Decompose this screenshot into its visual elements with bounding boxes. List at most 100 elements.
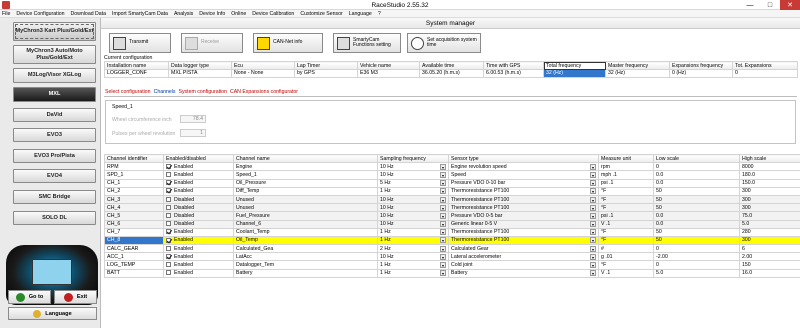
menu-device-info[interactable]: Device Info [199,11,225,17]
channel-unit-cell[interactable]: V .1 [598,219,654,229]
channel-sensor-cell[interactable]: ▾ Thermoresistance PT100 [448,235,599,246]
channel-row[interactable]: CH_8 Enabled Oil_Temp ▾ 1 Hz ▾ Thermoresistanc… [104,235,800,246]
channel-freq-cell[interactable]: ▾ 2 Hz [377,244,449,254]
channel-name-cell[interactable]: Speed_1 [233,170,378,180]
dropdown-arrow-icon[interactable]: ▾ [590,212,596,219]
channel-freq-cell[interactable]: ▾ 10 Hz [377,252,449,262]
enabled-checkbox[interactable] [166,163,171,169]
channel-unit-cell[interactable]: °F [598,227,654,237]
channel-freq-cell[interactable]: ▾ 1 Hz [377,235,449,246]
channel-sensor-cell[interactable]: ▾ Pressure VDO 0-10 bar [448,178,599,188]
channel-unit-cell[interactable]: V .1 [598,268,654,278]
dropdown-arrow-icon[interactable]: ▾ [440,163,446,170]
device-evo3[interactable]: EVO3 [13,128,96,142]
channel-sensor-cell[interactable]: ▾ Calculated Gear [448,244,599,254]
exit-button[interactable]: Exit [54,290,97,304]
channel-freq-cell[interactable]: ▾ 10 Hz [377,194,449,205]
channel-row[interactable]: ACC_1 Enabled LatAcc ▾ 10 Hz ▾ Lateral acceler… [104,252,800,262]
menu-device-configuration[interactable]: Device Configuration [16,11,64,17]
channel-id-cell[interactable]: CH_8 [104,235,164,246]
dropdown-arrow-icon[interactable]: ▾ [590,270,596,277]
channel-low-cell[interactable]: 50 [653,235,740,246]
dropdown-arrow-icon[interactable]: ▾ [440,180,446,187]
tab-system-configuration[interactable]: System configuration [179,89,227,95]
channel-sensor-cell[interactable]: ▾ Speed [448,170,599,180]
dropdown-arrow-icon[interactable]: ▾ [440,221,446,228]
channel-high-cell[interactable]: 6 [739,244,800,254]
channel-name-cell[interactable]: Unused [233,203,378,213]
channel-name-cell[interactable]: Calculated_Gea [233,244,378,254]
channel-high-cell[interactable]: 75.0 [739,211,800,221]
tab-channels[interactable]: Channels [154,89,176,95]
channel-name-cell[interactable]: LatAcc [233,252,378,262]
channel-low-cell[interactable]: 0.0 [653,211,740,221]
channel-enabled-cell[interactable]: Disabled [163,219,234,229]
channel-name-cell[interactable]: Coolant_Temp [233,227,378,237]
channel-high-cell[interactable]: 280 [739,227,800,237]
channel-id-cell[interactable]: BATT [104,268,164,278]
channel-sensor-cell[interactable]: ▾ Thermoresistance PT100 [448,194,599,205]
channel-high-cell[interactable]: 300 [739,235,800,246]
dropdown-arrow-icon[interactable]: ▾ [440,188,446,195]
receive-button[interactable]: Receive [181,33,243,53]
channel-freq-cell[interactable]: ▾ 1 Hz [377,227,449,237]
dropdown-arrow-icon[interactable]: ▾ [440,270,446,277]
channel-sensor-cell[interactable]: ▾ Thermoresistance PT100 [448,186,599,196]
menu-help[interactable]: ? [378,11,381,17]
channel-freq-cell[interactable]: ▾ 10 Hz [377,203,449,213]
channel-high-cell[interactable]: 150.0 [739,178,800,188]
channel-freq-cell[interactable]: ▾ 10 Hz [377,211,449,221]
channel-freq-cell[interactable]: ▾ 1 Hz [377,260,449,270]
channel-id-cell[interactable]: CH_5 [104,211,164,221]
dropdown-arrow-icon[interactable]: ▾ [440,212,446,219]
channel-high-cell[interactable]: 300 [739,194,800,205]
channel-unit-cell[interactable]: # [598,244,654,254]
device-mychron3-kart[interactable]: MyChron3 Kart Plus/Gold/Ext [13,22,96,41]
channel-enabled-cell[interactable]: Disabled [163,203,234,213]
channel-low-cell[interactable]: -2.00 [653,252,740,262]
channel-row[interactable]: CH_7 Enabled Coolant_Temp ▾ 1 Hz ▾ Thermoresis… [104,227,800,237]
dropdown-arrow-icon[interactable]: ▾ [590,229,596,236]
channel-high-cell[interactable]: 180.0 [739,170,800,180]
channel-low-cell[interactable]: 50 [653,186,740,196]
smartycam-button[interactable]: SmartyCam Functions setting [333,33,401,53]
device-m3log[interactable]: M3Log/Visor XGLog [13,68,96,83]
enabled-checkbox[interactable] [166,221,171,227]
channel-row[interactable]: CH_2 Enabled Diff_Temp ▾ 1 Hz ▾ Thermoresistan… [104,186,800,196]
channel-id-cell[interactable]: RPM [104,162,164,172]
channel-low-cell[interactable]: 0 [653,244,740,254]
channel-id-cell[interactable]: CH_3 [104,194,164,205]
device-mxl[interactable]: MXL [13,87,96,102]
device-evo4[interactable]: EVO4 [13,169,96,183]
wheel-circumference-field[interactable]: 78.4 [180,115,206,123]
channel-enabled-cell[interactable]: Enabled [163,162,234,172]
menu-import-smartycam[interactable]: Import SmartyCam Data [112,11,168,17]
channel-high-cell[interactable]: 150 [739,260,800,270]
channel-low-cell[interactable]: 50 [653,227,740,237]
channel-enabled-cell[interactable]: Disabled [163,194,234,205]
menu-online[interactable]: Online [231,11,246,17]
channel-sensor-cell[interactable]: ▾ Generic linear 0-5 V [448,219,599,229]
channel-unit-cell[interactable]: psi .1 [598,211,654,221]
channel-enabled-cell[interactable]: Enabled [163,186,234,196]
channel-row[interactable]: CH_5 Disabled Fuel_Pressure ▾ 10 Hz ▾ Pressure… [104,211,800,221]
menu-analysis[interactable]: Analysis [174,11,193,17]
channel-freq-cell[interactable]: ▾ 10 Hz [377,219,449,229]
channel-freq-cell[interactable]: ▾ 10 Hz [377,170,449,180]
channel-unit-cell[interactable]: rpm [598,162,654,172]
menu-language[interactable]: Language [349,11,372,17]
channel-enabled-cell[interactable]: Disabled [163,211,234,221]
enabled-checkbox[interactable] [166,237,171,243]
channel-row[interactable]: RPM Enabled Engine ▾ 10 Hz ▾ Engine revolution… [104,162,800,172]
channel-freq-cell[interactable]: ▾ 5 Hz [377,178,449,188]
dropdown-arrow-icon[interactable]: ▾ [440,196,446,203]
channel-unit-cell[interactable]: °F [598,235,654,246]
channel-name-cell[interactable]: Battery [233,268,378,278]
channel-name-cell[interactable]: Unused [233,194,378,205]
dropdown-arrow-icon[interactable]: ▾ [590,196,596,203]
minimize-button[interactable]: — [740,0,760,10]
enabled-checkbox[interactable] [166,253,171,259]
channel-sensor-cell[interactable]: ▾ Pressure VDO 0-5 bar [448,211,599,221]
channel-high-cell[interactable]: 5.0 [739,219,800,229]
channel-unit-cell[interactable]: °F [598,186,654,196]
